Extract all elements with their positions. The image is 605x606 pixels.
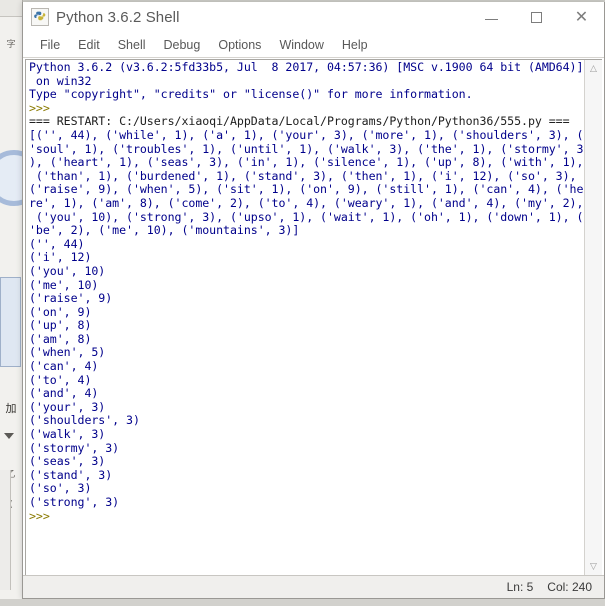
status-column-number: Col: 240	[547, 580, 592, 594]
minimize-icon	[485, 19, 498, 20]
statusbar: Ln: 5 Col: 240	[23, 575, 604, 598]
close-button[interactable]: ✕	[559, 2, 604, 32]
background-window-titlebar	[0, 0, 22, 17]
background-window[interactable]: 字 加 乙 (	[0, 0, 23, 606]
desktop-bottom-edge	[0, 599, 605, 606]
menu-item-debug[interactable]: Debug	[155, 36, 210, 54]
scrollbar-track[interactable]	[585, 77, 602, 558]
menubar: File Edit Shell Debug Options Window Hel…	[23, 33, 604, 58]
chevron-up-icon[interactable]: △	[585, 60, 602, 77]
background-side-panel	[0, 470, 11, 590]
shell-text-region: Python 3.6.2 (v3.6.2:5fd33b5, Jul 8 2017…	[25, 59, 602, 575]
menu-item-shell[interactable]: Shell	[109, 36, 155, 54]
status-line-number: Ln: 5	[506, 580, 534, 594]
window-controls: ✕	[469, 2, 604, 32]
vertical-scrollbar[interactable]: △ ▽	[584, 60, 602, 575]
menu-item-help[interactable]: Help	[333, 36, 377, 54]
menu-item-window[interactable]: Window	[270, 36, 332, 54]
background-glyph-1: 字	[6, 40, 16, 50]
menu-item-options[interactable]: Options	[209, 36, 270, 54]
menu-item-edit[interactable]: Edit	[69, 36, 109, 54]
menu-item-file[interactable]: File	[31, 36, 69, 54]
minimize-button[interactable]	[469, 2, 514, 32]
window-titlebar[interactable]: Python 3.6.2 Shell ✕	[23, 2, 604, 33]
maximize-icon	[531, 11, 542, 23]
python-shell-window: Python 3.6.2 Shell ✕ File Edit Shell Deb…	[22, 2, 605, 599]
python-idle-icon	[31, 8, 49, 26]
shell-text-area[interactable]: Python 3.6.2 (v3.6.2:5fd33b5, Jul 8 2017…	[25, 60, 584, 575]
background-scroll-down-arrow[interactable]	[4, 433, 14, 439]
chevron-down-icon[interactable]: ▽	[585, 558, 602, 575]
background-glyph-2: 加	[5, 402, 17, 415]
console-output: Python 3.6.2 (v3.6.2:5fd33b5, Jul 8 2017…	[29, 60, 584, 523]
background-decoration-circle	[0, 150, 22, 206]
close-icon: ✕	[574, 7, 589, 26]
window-title: Python 3.6.2 Shell	[56, 8, 180, 26]
background-panel	[0, 277, 21, 367]
maximize-button[interactable]	[514, 2, 559, 32]
